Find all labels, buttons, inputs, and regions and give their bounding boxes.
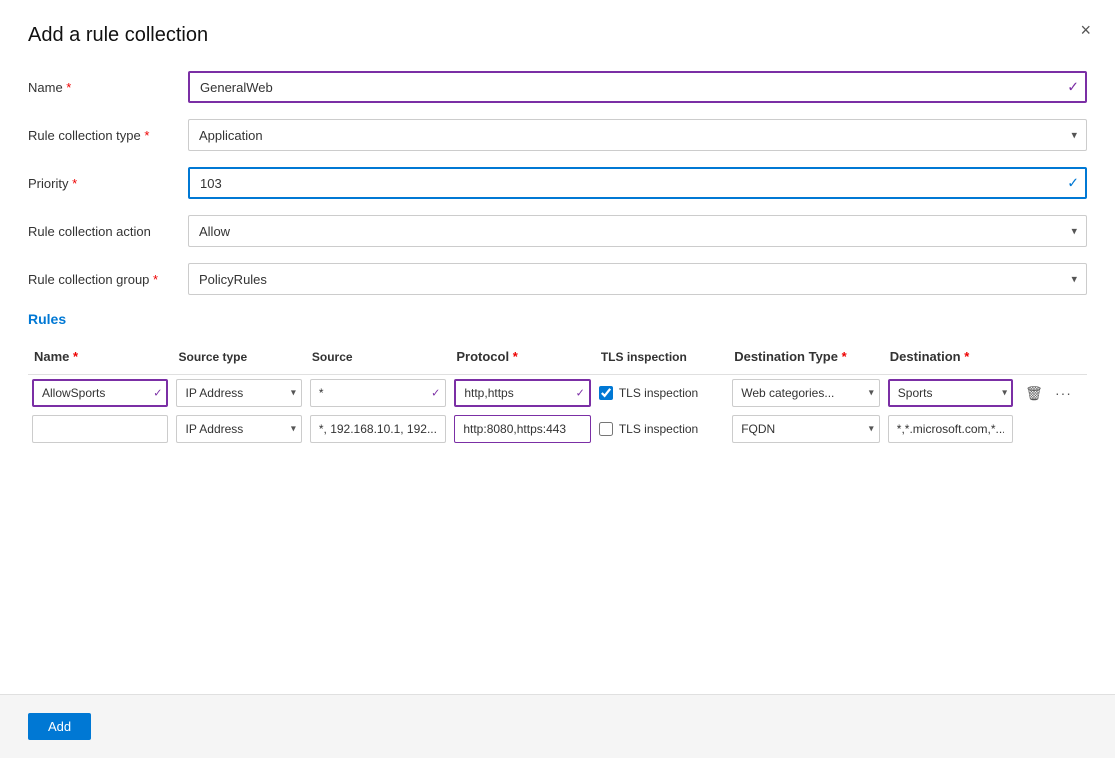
col-header-name: Name * [28,343,172,375]
row2-dest-cell [884,411,1017,447]
row1-dest-cell: Sports ▾ [884,375,1017,412]
row1-actions: 🗑 ··· [1021,383,1083,404]
table-row: IP Address IP Group ▾ TLS inspection [28,411,1087,447]
row1-dest-select[interactable]: Sports [888,379,1013,407]
rule-collection-group-wrapper: PolicyRules ▾ [188,263,1087,295]
row1-actions-cell: 🗑 ··· [1017,375,1087,412]
rule-collection-group-select[interactable]: PolicyRules [188,263,1087,295]
rules-table-header: Name * Source type Source Protocol * TLS… [28,343,1087,375]
row1-dest-type-select[interactable]: Web categories... FQDN URL [732,379,880,407]
row2-source-type-cell: IP Address IP Group ▾ [172,411,305,447]
name-label: Name * [28,80,188,95]
row2-dest-input[interactable] [888,415,1013,443]
row2-name-input[interactable] [32,415,168,443]
row1-source-wrapper: ✓ [310,379,446,407]
rules-section-label: Rules [28,311,1087,327]
row1-source-cell: ✓ [306,375,450,412]
close-button[interactable]: × [1080,20,1091,41]
dialog-footer: Add [0,694,1115,758]
row1-dest-type-cell: Web categories... FQDN URL ▾ [728,375,884,412]
row2-protocol-cell [450,411,594,447]
row1-protocol-cell: http,https http https ✓ [450,375,594,412]
col-header-dest-type: Destination Type * [728,343,884,375]
name-row: Name * ✓ [28,71,1087,103]
col-header-source-type: Source type [172,343,305,375]
row1-source-input[interactable] [310,379,446,407]
row2-name-cell [28,411,172,447]
col-header-tls: TLS inspection [595,343,728,375]
rule-collection-action-wrapper: Allow Deny ▾ [188,215,1087,247]
add-rule-collection-dialog: Add a rule collection × Name * ✓ Rule co… [0,0,1115,758]
rule-collection-action-select[interactable]: Allow Deny [188,215,1087,247]
col-header-dest: Destination * [884,343,1017,375]
row2-tls-label: TLS inspection [619,422,698,436]
add-button[interactable]: Add [28,713,91,740]
row2-source-cell [306,411,450,447]
row1-source-type-cell: IP Address IP Group ▾ [172,375,305,412]
rule-collection-action-label: Rule collection action [28,224,188,239]
rule-collection-group-label: Rule collection group * [28,272,188,287]
row2-tls-wrapper: TLS inspection [599,422,724,436]
rule-collection-type-select[interactable]: Application Network DNAT [188,119,1087,151]
priority-input[interactable] [188,167,1087,199]
row1-tls-checkbox[interactable] [599,386,613,400]
row1-delete-button[interactable]: 🗑 [1021,383,1047,404]
row1-tls-cell: TLS inspection [595,375,728,412]
table-row: ✓ IP Address IP Group ▾ ✓ [28,375,1087,412]
row1-source-type-select[interactable]: IP Address IP Group [176,379,301,407]
priority-row: Priority * ✓ [28,167,1087,199]
priority-field-wrapper: ✓ [188,167,1087,199]
row1-dest-type-wrapper: Web categories... FQDN URL ▾ [732,379,880,407]
row1-name-input[interactable] [32,379,168,407]
priority-check-icon: ✓ [1067,175,1079,192]
col-header-protocol: Protocol * [450,343,594,375]
row2-tls-cell: TLS inspection [595,411,728,447]
priority-label: Priority * [28,176,188,191]
row2-actions-cell [1017,411,1087,447]
rules-table: Name * Source type Source Protocol * TLS… [28,343,1087,447]
row1-protocol-select[interactable]: http,https http https [454,379,590,407]
row1-tls-wrapper: TLS inspection [599,386,724,400]
rule-collection-type-wrapper: Application Network DNAT ▾ [188,119,1087,151]
rule-collection-type-row: Rule collection type * Application Netwo… [28,119,1087,151]
name-check-icon: ✓ [1067,79,1079,96]
row2-source-type-select[interactable]: IP Address IP Group [176,415,301,443]
name-input[interactable] [188,71,1087,103]
row2-source-type-wrapper: IP Address IP Group ▾ [176,415,301,443]
row1-protocol-wrapper: http,https http https ✓ [454,379,590,407]
row2-dest-type-select[interactable]: Web categories... FQDN URL [732,415,880,443]
row1-name-cell: ✓ [28,375,172,412]
dialog-title: Add a rule collection [28,24,1087,47]
row2-source-input[interactable] [310,415,446,443]
row2-dest-type-cell: Web categories... FQDN URL ▾ [728,411,884,447]
name-field-wrapper: ✓ [188,71,1087,103]
row1-name-wrapper: ✓ [32,379,168,407]
rule-collection-group-row: Rule collection group * PolicyRules ▾ [28,263,1087,295]
row1-tls-label: TLS inspection [619,386,698,400]
rule-collection-type-label: Rule collection type * [28,128,188,143]
row1-dest-wrapper: Sports ▾ [888,379,1013,407]
row2-protocol-input[interactable] [454,415,590,443]
row2-tls-checkbox[interactable] [599,422,613,436]
row2-dest-type-wrapper: Web categories... FQDN URL ▾ [732,415,880,443]
row1-more-button[interactable]: ··· [1051,383,1076,403]
rule-collection-action-row: Rule collection action Allow Deny ▾ [28,215,1087,247]
col-header-actions [1017,343,1087,375]
col-header-source: Source [306,343,450,375]
row1-source-type-wrapper: IP Address IP Group ▾ [176,379,301,407]
